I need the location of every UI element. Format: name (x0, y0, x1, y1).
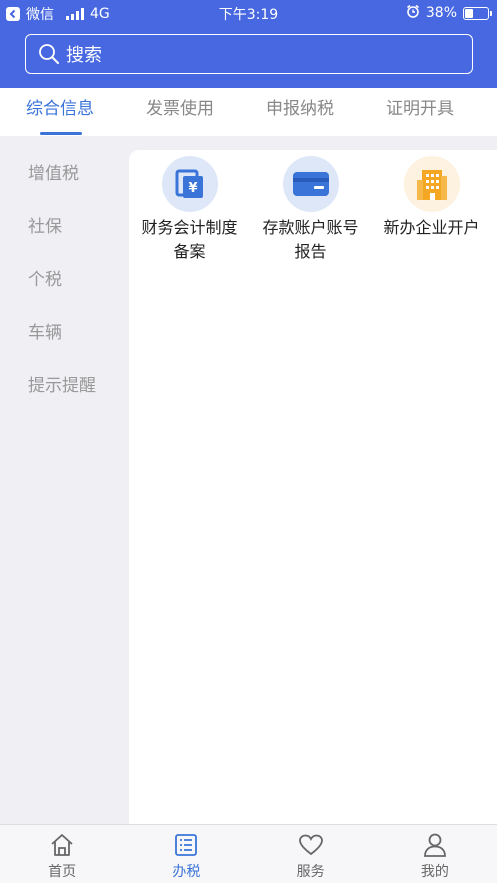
nav-label: 办税 (172, 864, 201, 880)
building-icon (403, 156, 460, 212)
bank-card-icon (282, 156, 339, 212)
finance-document-icon: ¥ (161, 156, 218, 212)
service-label: 存款账户账号报告 (262, 218, 359, 261)
nav-home[interactable]: 首页 (0, 825, 124, 883)
service-label: 新办企业开户 (383, 218, 480, 237)
sidebar-item-vehicle[interactable]: 车辆 (0, 307, 129, 360)
service-grid: ¥ 财务会计制度备案 存款账户账号报告 新办企业开户 (129, 156, 497, 264)
service-label: 财务会计制度备案 (141, 218, 238, 261)
search-icon (39, 44, 59, 64)
service-new-enterprise-account[interactable]: 新办企业开户 (371, 156, 492, 264)
tab-certificate-issue[interactable]: 证明开具 (360, 88, 480, 136)
alarm-icon (406, 4, 420, 22)
list-icon (175, 834, 198, 856)
service-panel: ¥ 财务会计制度备案 存款账户账号报告 新办企业开户 (129, 150, 497, 824)
status-bar: 微信 4G 下午3:19 38% (0, 0, 497, 26)
service-deposit-account-report[interactable]: 存款账户账号报告 (250, 156, 371, 264)
svg-text:¥: ¥ (188, 181, 197, 196)
home-icon (51, 834, 73, 856)
sidebar-item-personal-tax[interactable]: 个税 (0, 254, 129, 307)
nav-label: 服务 (296, 864, 325, 880)
service-finance-accounting-filing[interactable]: ¥ 财务会计制度备案 (129, 156, 250, 264)
nav-label: 我的 (420, 864, 449, 880)
nav-services[interactable]: 服务 (249, 825, 373, 883)
search-placeholder: 搜索 (66, 45, 102, 66)
sidebar: 增值税 社保 个税 车辆 提示提醒 (0, 136, 129, 824)
sidebar-item-vat[interactable]: 增值税 (0, 148, 129, 201)
battery-percent: 38% (425, 5, 457, 21)
bottom-nav: 首页 办税 服务 我的 (0, 824, 497, 883)
nav-profile[interactable]: 我的 (373, 825, 497, 883)
heart-icon (298, 834, 323, 856)
tab-general-info[interactable]: 综合信息 (0, 88, 120, 136)
tab-invoice-use[interactable]: 发票使用 (120, 88, 240, 136)
nav-tax[interactable]: 办税 (124, 825, 248, 883)
search-input[interactable]: 搜索 (25, 34, 473, 74)
nav-label: 首页 (48, 864, 77, 880)
battery-icon (463, 6, 492, 20)
sidebar-item-social-security[interactable]: 社保 (0, 201, 129, 254)
sidebar-item-reminders[interactable]: 提示提醒 (0, 360, 129, 413)
app-header: 微信 4G 下午3:19 38% 搜索 (0, 0, 497, 88)
tab-tax-filing[interactable]: 申报纳税 (240, 88, 360, 136)
user-icon (423, 833, 446, 857)
status-right: 38% (406, 4, 492, 22)
category-tabs: 综合信息 发票使用 申报纳税 证明开具 (0, 88, 497, 136)
